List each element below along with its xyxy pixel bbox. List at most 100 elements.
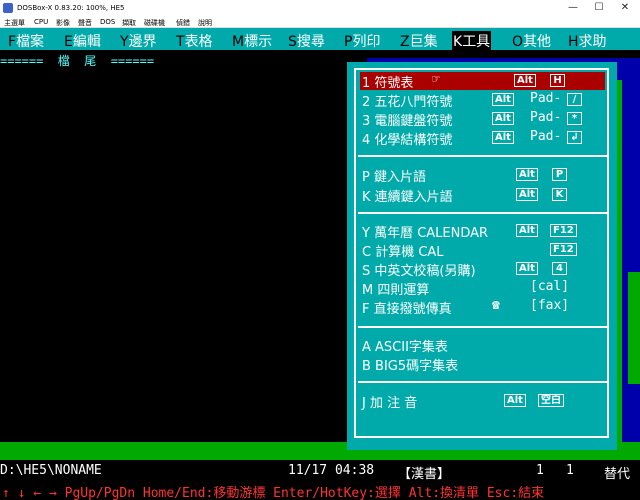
input-mode: 【漢書】 — [398, 467, 451, 482]
menu-separator — [358, 326, 609, 328]
menu-search[interactable]: S搜尋 — [288, 31, 325, 51]
menu-file-key: F — [8, 34, 17, 50]
menu-edit[interactable]: E編輯 — [64, 31, 101, 51]
menu-print-label: 列印 — [352, 34, 381, 50]
menu-item-misc-symbols[interactable]: 2 五花八門符號 Alt Pad- / — [362, 91, 602, 110]
menu-table[interactable]: T表格 — [176, 31, 213, 51]
menu-search-key: S — [288, 34, 297, 50]
menu-edit-key: E — [64, 34, 73, 50]
menu-item-fax[interactable]: F 直接撥號傳真 ☎ [fax] — [362, 298, 602, 317]
hotkey-badge: F12 — [550, 224, 577, 237]
tools-dropdown: 1 符號表 ☞ Alt H 2 五花八門符號 Alt Pad- / 3 電腦鍵盤… — [347, 62, 617, 450]
editor-menu-bar: F檔案 E編輯 Y邊界 T表格 M標示 S搜尋 P列印 Z巨集 K工具 O其他 … — [0, 28, 640, 51]
alt-key-badge: Alt — [516, 168, 538, 181]
pad-label: Pad- — [530, 110, 562, 125]
menu-item-label: M 四則運算 — [362, 283, 430, 298]
host-menu-drive[interactable]: 磁碟機 — [144, 18, 165, 28]
menu-mark-label: 標示 — [244, 34, 273, 50]
host-menu-bar: 主選單 CPU 影像 聲音 DOS 擷取 磁碟機 偵錯 說明 — [0, 16, 640, 28]
hotkey-badge: F12 — [550, 243, 577, 256]
menu-tools[interactable]: K工具 — [452, 31, 492, 51]
menu-item-arithmetic[interactable]: M 四則運算 [cal] — [362, 279, 602, 298]
menu-item-big5-table[interactable]: B BIG5碼字集表 — [362, 355, 602, 374]
alt-key-badge: Alt — [516, 224, 538, 237]
host-menu-video[interactable]: 影像 — [56, 18, 70, 28]
menu-separator — [358, 381, 609, 383]
telephone-icon: ☎ — [492, 298, 500, 313]
menu-item-label: K 連續鍵入片語 — [362, 190, 453, 205]
menu-item-chemistry-symbols[interactable]: 4 化學結構符號 Alt Pad- ↲ — [362, 129, 602, 148]
hotkey-badge: 空白 — [538, 394, 564, 407]
menu-margin-label: 邊界 — [128, 34, 157, 50]
menu-file[interactable]: F檔案 — [8, 31, 44, 51]
alt-key-badge: Alt — [492, 131, 514, 144]
menu-item-symbol-table[interactable]: 1 符號表 ☞ Alt H — [360, 72, 605, 91]
menu-table-label: 表格 — [184, 34, 213, 50]
menu-item-proofread[interactable]: S 中英文校稿(另購) Alt 4 — [362, 260, 602, 279]
window-titlebar: DOSBox-X 0.83.20: 100%, HE5 — ☐ ✕ — [0, 0, 640, 16]
host-menu-capture[interactable]: 擷取 — [122, 18, 136, 28]
menu-item-label: A ASCII字集表 — [362, 340, 448, 355]
menu-margin[interactable]: Y邊界 — [120, 31, 157, 51]
menu-item-continuous-phrase[interactable]: K 連續鍵入片語 Alt K — [362, 186, 602, 205]
close-button[interactable]: ✕ — [612, 0, 638, 16]
cal-label: [cal] — [530, 279, 570, 294]
maximize-button[interactable]: ☐ — [586, 0, 612, 16]
line-number: 1 — [536, 463, 544, 478]
host-menu-main[interactable]: 主選單 — [4, 18, 25, 28]
menu-mark[interactable]: M標示 — [232, 31, 272, 51]
dos-screen: F檔案 E編輯 Y邊界 T表格 M標示 S搜尋 P列印 Z巨集 K工具 O其他 … — [0, 28, 640, 500]
host-menu-sound[interactable]: 聲音 — [78, 18, 92, 28]
menu-item-label: B BIG5碼字集表 — [362, 359, 459, 374]
host-menu-help[interactable]: 說明 — [198, 18, 212, 28]
menu-separator — [358, 155, 609, 157]
host-menu-cpu[interactable]: CPU — [34, 18, 48, 26]
column-number: 1 — [566, 463, 574, 478]
menu-macro[interactable]: Z巨集 — [400, 31, 438, 51]
menu-separator — [358, 212, 609, 214]
pad-label: Pad- — [530, 91, 562, 106]
menu-help[interactable]: H求助 — [568, 31, 607, 51]
menu-item-label: 2 五花八門符號 — [362, 95, 453, 110]
menu-item-calculator[interactable]: C 計算機 CAL F12 — [362, 241, 602, 260]
status-bar: D:\HE5\NONAME 11/17 04:38 【漢書】 1 1 替代 — [0, 462, 640, 482]
alt-key-badge: Alt — [492, 112, 514, 125]
replace-mode: 替代 — [604, 467, 631, 482]
pointing-hand-icon: ☞ — [432, 72, 440, 87]
menu-tools-label: 工具 — [462, 34, 491, 50]
menu-print[interactable]: P列印 — [344, 31, 380, 51]
menu-item-calendar[interactable]: Y 萬年曆 CALENDAR Alt F12 — [362, 222, 602, 241]
menu-macro-key: Z — [400, 34, 410, 50]
menu-margin-key: Y — [120, 34, 129, 50]
menu-item-label: 4 化學結構符號 — [362, 133, 453, 148]
hotkey-badge: ↲ — [567, 131, 582, 144]
host-menu-debug[interactable]: 偵錯 — [176, 18, 190, 28]
menu-help-key: H — [568, 34, 579, 50]
hotkey-badge: / — [567, 93, 582, 106]
menu-item-label: 1 符號表 — [362, 76, 414, 91]
menu-item-label: S 中英文校稿(另購) — [362, 264, 476, 279]
minimize-button[interactable]: — — [560, 0, 586, 16]
menu-file-label: 檔案 — [16, 34, 45, 50]
scrollbar-track[interactable] — [628, 272, 640, 384]
file-path: D:\HE5\NONAME — [0, 463, 102, 478]
alt-key-badge: Alt — [504, 394, 526, 407]
menu-item-ascii-table[interactable]: A ASCII字集表 — [362, 336, 602, 355]
menu-item-keyboard-symbols[interactable]: 3 電腦鍵盤符號 Alt Pad- * — [362, 110, 602, 129]
menu-item-label: Y 萬年曆 CALENDAR — [362, 226, 489, 241]
menu-item-add-zhuyin[interactable]: J 加 注 音 Alt 空白 — [362, 392, 602, 411]
menu-item-insert-phrase[interactable]: P 鍵入片語 Alt P — [362, 166, 602, 185]
alt-key-badge: Alt — [514, 74, 536, 87]
host-menu-dos[interactable]: DOS — [100, 18, 115, 26]
alt-key-badge: Alt — [516, 188, 538, 201]
window-title: DOSBox-X 0.83.20: 100%, HE5 — [17, 4, 125, 12]
end-of-file-marker: ====== 檔 尾 ====== — [0, 54, 155, 68]
hotkey-badge: * — [567, 112, 582, 125]
help-line: ↑ ↓ ← → PgUp/PgDn Home/End:移動游標 Enter/Ho… — [0, 481, 640, 500]
menu-other[interactable]: O其他 — [512, 31, 551, 51]
menu-mark-key: M — [232, 34, 245, 50]
hotkey-badge: K — [552, 188, 567, 201]
key-help-text: ↑ ↓ ← → PgUp/PgDn Home/End:移動游標 Enter/Ho… — [2, 486, 545, 500]
alt-key-badge: Alt — [516, 262, 538, 275]
menu-item-label: 3 電腦鍵盤符號 — [362, 114, 453, 129]
